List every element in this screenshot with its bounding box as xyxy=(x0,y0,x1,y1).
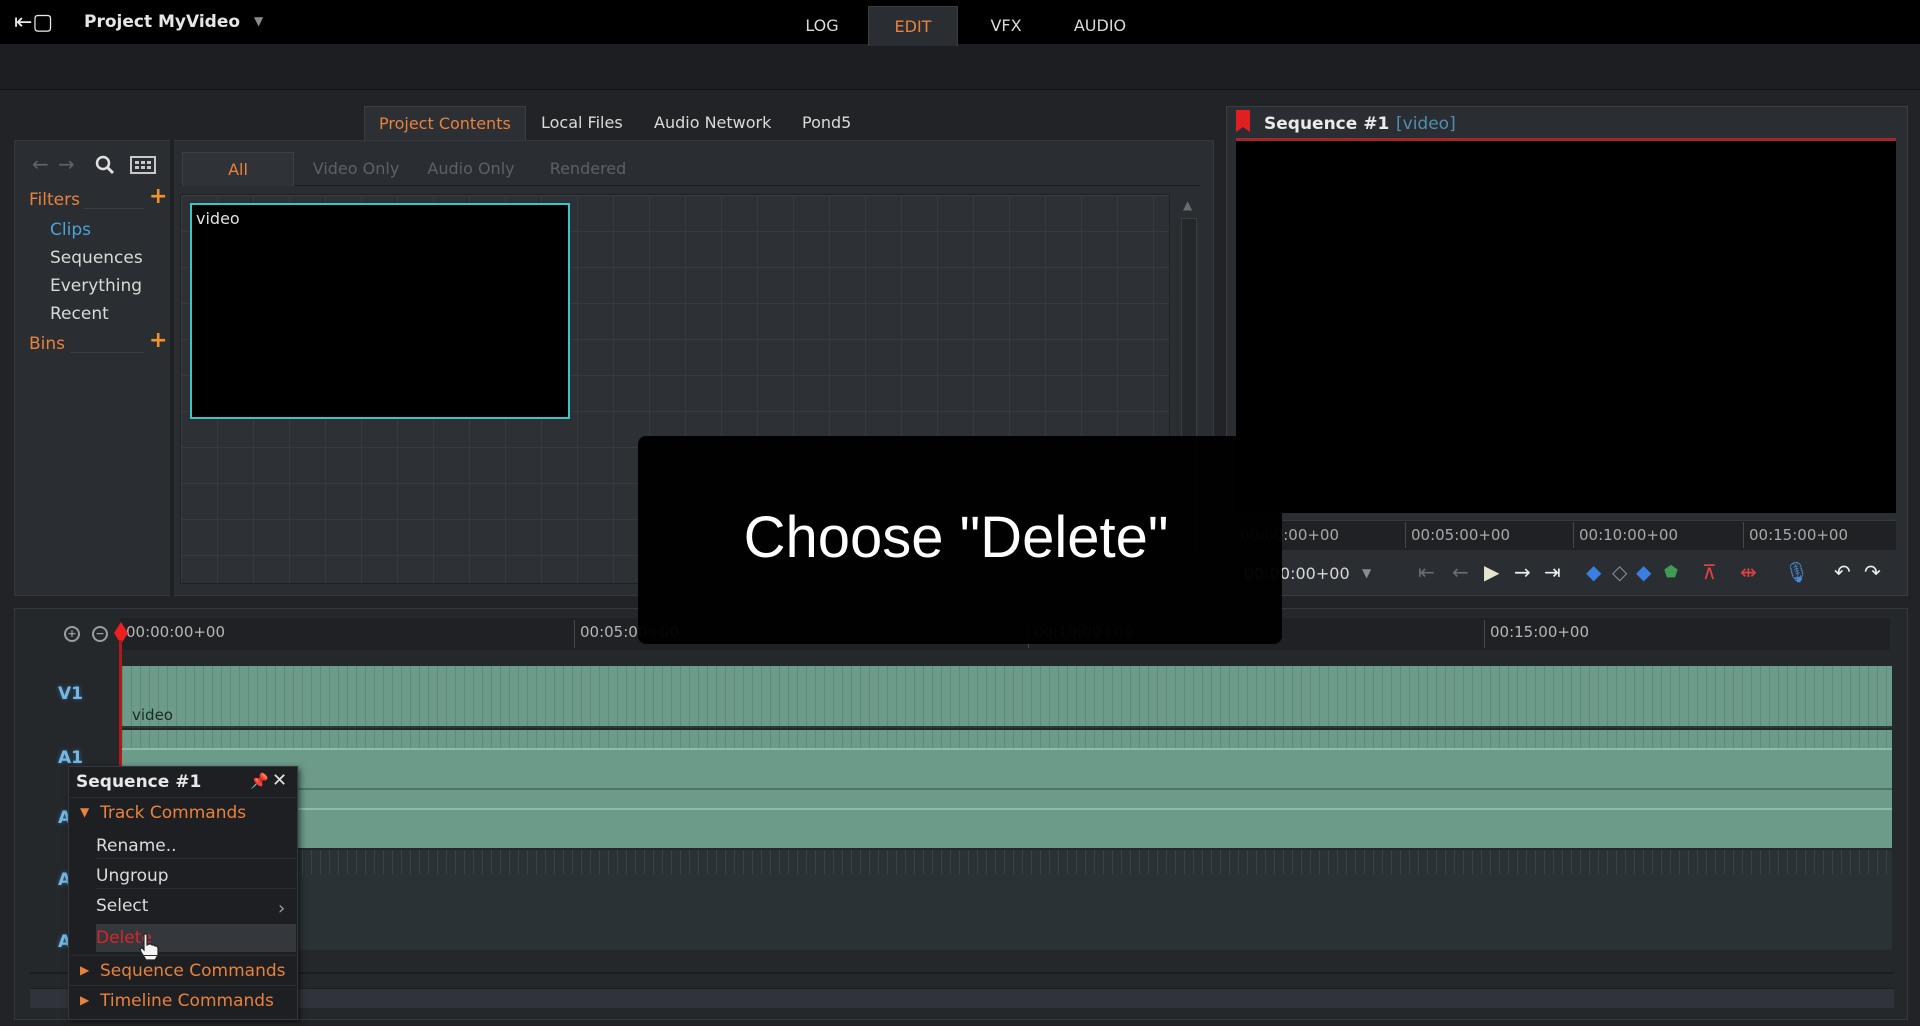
viewer-subtitle: [video] xyxy=(1396,114,1456,134)
viewer-title: Sequence #1 xyxy=(1264,114,1390,134)
filter-sequences[interactable]: Sequences xyxy=(50,248,143,268)
divider xyxy=(96,858,296,859)
zoom-out-icon[interactable]: − xyxy=(92,626,108,642)
timeline-ruler-label: 00:15:00+00 xyxy=(1490,623,1590,641)
search-icon[interactable] xyxy=(94,154,116,176)
audio-ticks xyxy=(122,730,1892,750)
timeline-ruler-tick xyxy=(1484,620,1485,648)
filter-recent[interactable]: Recent xyxy=(50,304,109,324)
list-view-icon[interactable] xyxy=(130,156,156,174)
empty-track-area[interactable] xyxy=(122,850,1892,950)
menu-item-rename[interactable]: Rename.. xyxy=(96,836,177,856)
menu-section-track-commands[interactable]: ▼ Track Commands xyxy=(70,797,296,827)
back-arrow-icon[interactable]: ← xyxy=(32,152,49,176)
step-back-icon[interactable]: ← xyxy=(1452,560,1469,584)
mark-out-icon[interactable]: ◆ xyxy=(1636,560,1651,584)
extract-icon[interactable]: ⇹ xyxy=(1740,560,1757,584)
timecode-dropdown-icon[interactable]: ▼ xyxy=(1362,566,1371,580)
add-marker-icon[interactable]: ⬟ xyxy=(1664,560,1678,584)
filter-tab-video-only[interactable]: Video Only xyxy=(304,152,408,186)
divider xyxy=(30,972,1894,974)
viewer-screen[interactable] xyxy=(1236,141,1896,513)
zoom-in-icon[interactable]: + xyxy=(64,626,80,642)
play-icon[interactable]: ▶ xyxy=(1484,560,1499,584)
context-menu-title: Sequence #1 xyxy=(76,772,202,792)
sidebar-splitter[interactable] xyxy=(170,140,174,596)
filter-tab-rendered[interactable]: Rendered xyxy=(536,152,640,186)
forward-arrow-icon[interactable]: → xyxy=(58,152,75,176)
tab-local-files[interactable]: Local Files xyxy=(527,106,637,140)
tab-edit[interactable]: EDIT xyxy=(868,6,958,46)
section-label: Timeline Commands xyxy=(100,991,274,1011)
audio-waveform xyxy=(122,748,1892,750)
viewer-ruler-label: 00:15:00+00 xyxy=(1749,526,1849,544)
track-label-v1[interactable]: V1 xyxy=(58,684,83,704)
tab-vfx[interactable]: VFX xyxy=(966,6,1046,46)
filters-heading: Filters xyxy=(29,190,80,210)
viewer-ruler-tick xyxy=(1743,522,1744,548)
app-header xyxy=(0,44,1920,90)
timeline-ruler-label: 00:00:00+00 xyxy=(126,623,226,641)
audio-waveform xyxy=(122,808,1892,810)
tab-log[interactable]: LOG xyxy=(782,6,862,46)
timeline-scrollbar[interactable] xyxy=(30,988,1894,1008)
add-bin-button[interactable]: + xyxy=(149,328,167,353)
exit-project-icon[interactable]: ⇤▢ xyxy=(14,10,53,36)
collapsed-triangle-icon: ▶ xyxy=(80,963,90,977)
mark-in-icon[interactable]: ◆ xyxy=(1586,560,1601,584)
scroll-up-icon[interactable]: ▲ xyxy=(1183,198,1192,212)
menu-section-sequence-commands[interactable]: ▶ Sequence Commands xyxy=(70,955,296,985)
top-black-bar xyxy=(0,0,1920,44)
section-label: Sequence Commands xyxy=(100,961,286,981)
undo-icon[interactable]: ↶ xyxy=(1834,560,1851,584)
voiceover-mic-icon[interactable]: 🎙 xyxy=(1784,560,1809,584)
submenu-chevron-icon: › xyxy=(278,898,286,919)
timeline-ruler-tick xyxy=(574,620,575,648)
project-title[interactable]: Project MyVideo xyxy=(84,12,240,32)
timeline-clip-name: video xyxy=(132,706,173,724)
divider xyxy=(96,888,296,889)
step-forward-icon[interactable]: → xyxy=(1514,560,1531,584)
divider xyxy=(84,208,144,209)
instruction-text: Choose "Delete" xyxy=(743,505,1169,570)
go-to-start-icon[interactable]: ⇤ xyxy=(1418,560,1435,584)
track-ticks xyxy=(122,850,1892,874)
timeline-audio-clip[interactable] xyxy=(122,730,1892,848)
channel-separator xyxy=(122,788,1892,790)
tab-project-contents[interactable]: Project Contents xyxy=(364,106,526,140)
close-icon[interactable]: ✕ xyxy=(272,770,287,791)
tab-pond5[interactable]: Pond5 xyxy=(788,106,865,140)
divider xyxy=(70,352,144,353)
clear-marks-icon[interactable]: ◇ xyxy=(1612,560,1627,584)
menu-item-ungroup[interactable]: Ungroup xyxy=(96,866,169,886)
project-dropdown-icon[interactable]: ▼ xyxy=(254,14,263,28)
timeline-video-clip[interactable] xyxy=(122,666,1892,728)
menu-section-timeline-commands[interactable]: ▶ Timeline Commands xyxy=(70,985,296,1015)
add-filter-button[interactable]: + xyxy=(149,184,167,209)
viewer-ruler-tick xyxy=(1573,522,1574,548)
collapsed-triangle-icon: ▶ xyxy=(80,993,90,1007)
redo-icon[interactable]: ↷ xyxy=(1864,560,1881,584)
tab-audio[interactable]: AUDIO xyxy=(1060,6,1140,46)
track-label-a1[interactable]: A1 xyxy=(58,748,83,768)
bins-heading: Bins xyxy=(29,334,66,354)
section-label: Track Commands xyxy=(100,803,247,823)
pin-icon[interactable]: 📌 xyxy=(250,772,269,790)
clip-thumbnail[interactable]: video xyxy=(190,203,570,419)
viewer-ruler-label: 00:05:00+00 xyxy=(1411,526,1511,544)
filter-tab-audio-only[interactable]: Audio Only xyxy=(418,152,524,186)
filter-everything[interactable]: Everything xyxy=(50,276,142,296)
viewer-ruler-tick xyxy=(1405,522,1406,548)
expanded-triangle-icon: ▼ xyxy=(80,805,90,819)
go-to-end-icon[interactable]: ⇥ xyxy=(1544,560,1561,584)
filter-tab-all[interactable]: All xyxy=(182,152,294,186)
menu-item-select[interactable]: Select xyxy=(96,896,148,916)
clip-name: video xyxy=(196,209,240,228)
filter-clips[interactable]: Clips xyxy=(50,220,91,240)
tab-audio-network[interactable]: Audio Network xyxy=(640,106,785,140)
lift-icon[interactable]: ⊼ xyxy=(1702,560,1717,584)
viewer-ruler-label: 00:10:00+00 xyxy=(1579,526,1679,544)
